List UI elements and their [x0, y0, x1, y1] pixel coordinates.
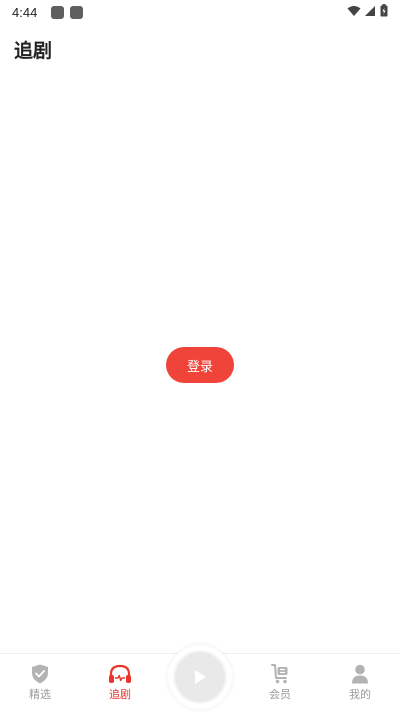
login-button[interactable]: 登录: [166, 347, 234, 383]
play-button-disc: [173, 650, 227, 704]
status-icons: [347, 4, 388, 17]
center-play-button[interactable]: [168, 645, 232, 709]
shield-check-icon: [32, 664, 48, 684]
tab-profile-label: 我的: [349, 688, 371, 701]
tab-following-label: 追剧: [109, 688, 131, 701]
cart-icon: [271, 664, 288, 684]
headphones-icon: [109, 664, 131, 683]
status-time: 4:44: [12, 4, 38, 20]
tab-profile[interactable]: 我的: [330, 658, 390, 712]
tab-featured[interactable]: 精选: [10, 658, 70, 712]
battery-icon: [380, 4, 388, 17]
screen: 4:44 追剧 登录 精选 追剧 会员 我的: [0, 0, 400, 712]
tab-membership-label: 会员: [269, 688, 291, 701]
signal-icon: [365, 5, 375, 16]
person-icon: [352, 664, 368, 684]
page-title: 追剧: [14, 40, 53, 62]
status-bar: 4:44: [0, 0, 400, 24]
tab-following[interactable]: 追剧: [90, 658, 150, 712]
tab-featured-label: 精选: [29, 688, 51, 701]
notification-square-icon: [70, 5, 84, 19]
notification-square-icon: [51, 5, 65, 19]
tab-membership[interactable]: 会员: [250, 658, 310, 712]
wifi-icon: [347, 5, 361, 16]
play-icon: [195, 670, 206, 684]
